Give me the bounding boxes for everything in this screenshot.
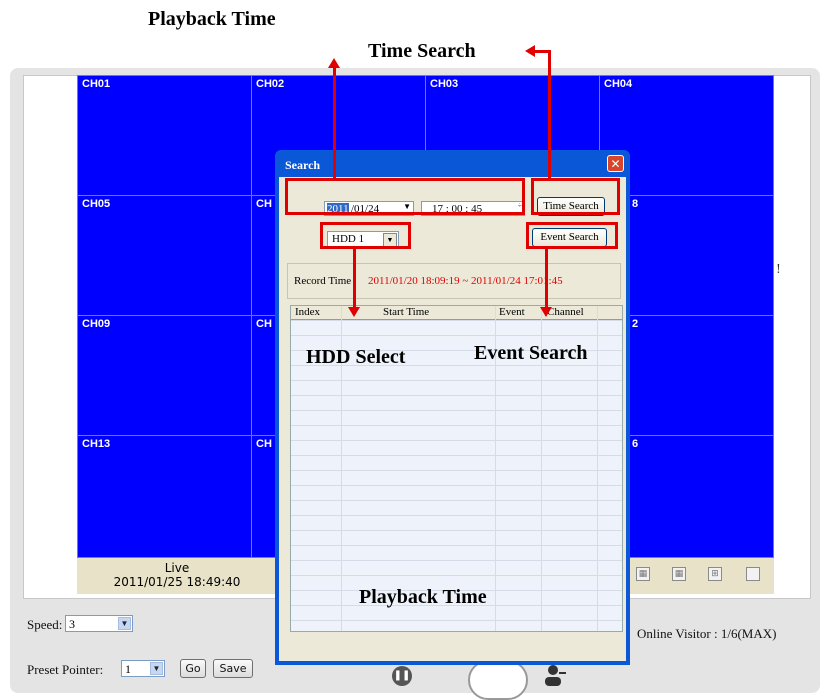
annotation-box-hdd-select (320, 222, 411, 249)
channel-label: CH04 (604, 78, 633, 90)
chevron-down-icon: ▼ (118, 617, 131, 630)
ptz-dial-icon[interactable] (468, 660, 528, 700)
channel-label: 8 (632, 198, 639, 210)
row-line (291, 425, 622, 426)
live-label: Live (164, 561, 190, 575)
channel-tile-ch05[interactable]: CH05 (77, 195, 252, 316)
row-line (291, 320, 622, 321)
channel-label: 2 (632, 318, 639, 330)
row-line (291, 380, 622, 381)
arrow-down-icon (348, 307, 360, 317)
row-line (291, 530, 622, 531)
row-line (291, 620, 622, 621)
row-line (291, 560, 622, 561)
row-line (291, 410, 622, 411)
dialog-title: Search (285, 158, 321, 172)
record-time-group: Record Time 2011/01/20 18:09:19 ~ 2011/0… (287, 263, 621, 299)
channel-label: CH (256, 318, 272, 330)
row-line (291, 575, 622, 576)
annotation-time-search: Time Search (368, 40, 476, 62)
live-timestamp: 2011/01/25 18:49:40 (113, 575, 241, 589)
row-line (291, 545, 622, 546)
speed-value: 3 (69, 617, 75, 631)
preset-value: 1 (125, 662, 131, 676)
arrow-line (333, 68, 336, 180)
annotation-box-playback-time (285, 178, 525, 215)
close-button[interactable]: ✕ (607, 155, 624, 172)
layout-4-icon[interactable]: ⊞ (708, 567, 722, 581)
channel-label: CH01 (82, 78, 111, 90)
speed-select[interactable]: 3 ▼ (65, 615, 133, 632)
annotation-box-event-search (526, 222, 618, 249)
channel-tile-ch01[interactable]: CH01 (77, 75, 252, 196)
row-line (291, 485, 622, 486)
layout-16-icon[interactable]: ▦ (636, 567, 650, 581)
column-divider (597, 306, 598, 631)
column-header-index: Index (295, 306, 321, 318)
row-line (291, 455, 622, 456)
arrow-line (548, 52, 551, 180)
arrow-left-icon (525, 45, 535, 57)
row-line (291, 335, 622, 336)
column-header-channel: Channel (547, 306, 584, 318)
edge-marker: ! (776, 262, 781, 276)
arrow-down-icon (540, 307, 552, 317)
channel-tile-ch13[interactable]: CH13 (77, 435, 252, 558)
arrow-line (535, 50, 551, 53)
channel-label: CH (256, 198, 272, 210)
record-time-label: Record Time (294, 275, 352, 287)
column-header-start-time: Start Time (383, 306, 430, 318)
channel-label: 6 (632, 438, 639, 450)
layout-1-icon[interactable] (746, 567, 760, 581)
record-time-value: 2011/01/20 18:09:19 ~ 2011/01/24 17:01:4… (368, 275, 563, 287)
channel-label: CH02 (256, 78, 285, 90)
arrow-line (353, 247, 356, 307)
online-visitor: Online Visitor : 1/6(MAX) (637, 626, 777, 641)
chevron-down-icon: ▼ (150, 662, 163, 675)
channel-label: CH05 (82, 198, 111, 210)
preset-label: Preset Pointer: (27, 662, 104, 677)
preset-select[interactable]: 1 ▼ (121, 660, 165, 677)
layout-9-icon[interactable]: ▦ (672, 567, 686, 581)
speed-label: Speed: (27, 617, 63, 632)
row-line (291, 440, 622, 441)
arrow-line (545, 247, 548, 307)
pause-icon[interactable]: ❚❚ (392, 666, 412, 686)
save-button[interactable]: Save (213, 659, 253, 678)
column-header-event: Event (499, 306, 525, 318)
annotation-box-time-search (531, 178, 620, 215)
channel-label: CH09 (82, 318, 111, 330)
arrow-up-icon (328, 58, 340, 68)
annotation-event-search: Event Search (474, 342, 588, 364)
row-line (291, 470, 622, 471)
row-line (291, 515, 622, 516)
user-icon[interactable] (544, 664, 566, 686)
annotation-playback-time-top: Playback Time (148, 8, 276, 30)
row-line (291, 500, 622, 501)
channel-label: CH03 (430, 78, 459, 90)
annotation-hdd-select: HDD Select (306, 346, 406, 368)
channel-label: CH13 (82, 438, 111, 450)
channel-tile-ch09[interactable]: CH09 (77, 315, 252, 436)
row-line (291, 395, 622, 396)
go-button[interactable]: Go (180, 659, 206, 678)
channel-label: CH (256, 438, 272, 450)
annotation-playback-time-bottom: Playback Time (359, 586, 487, 608)
